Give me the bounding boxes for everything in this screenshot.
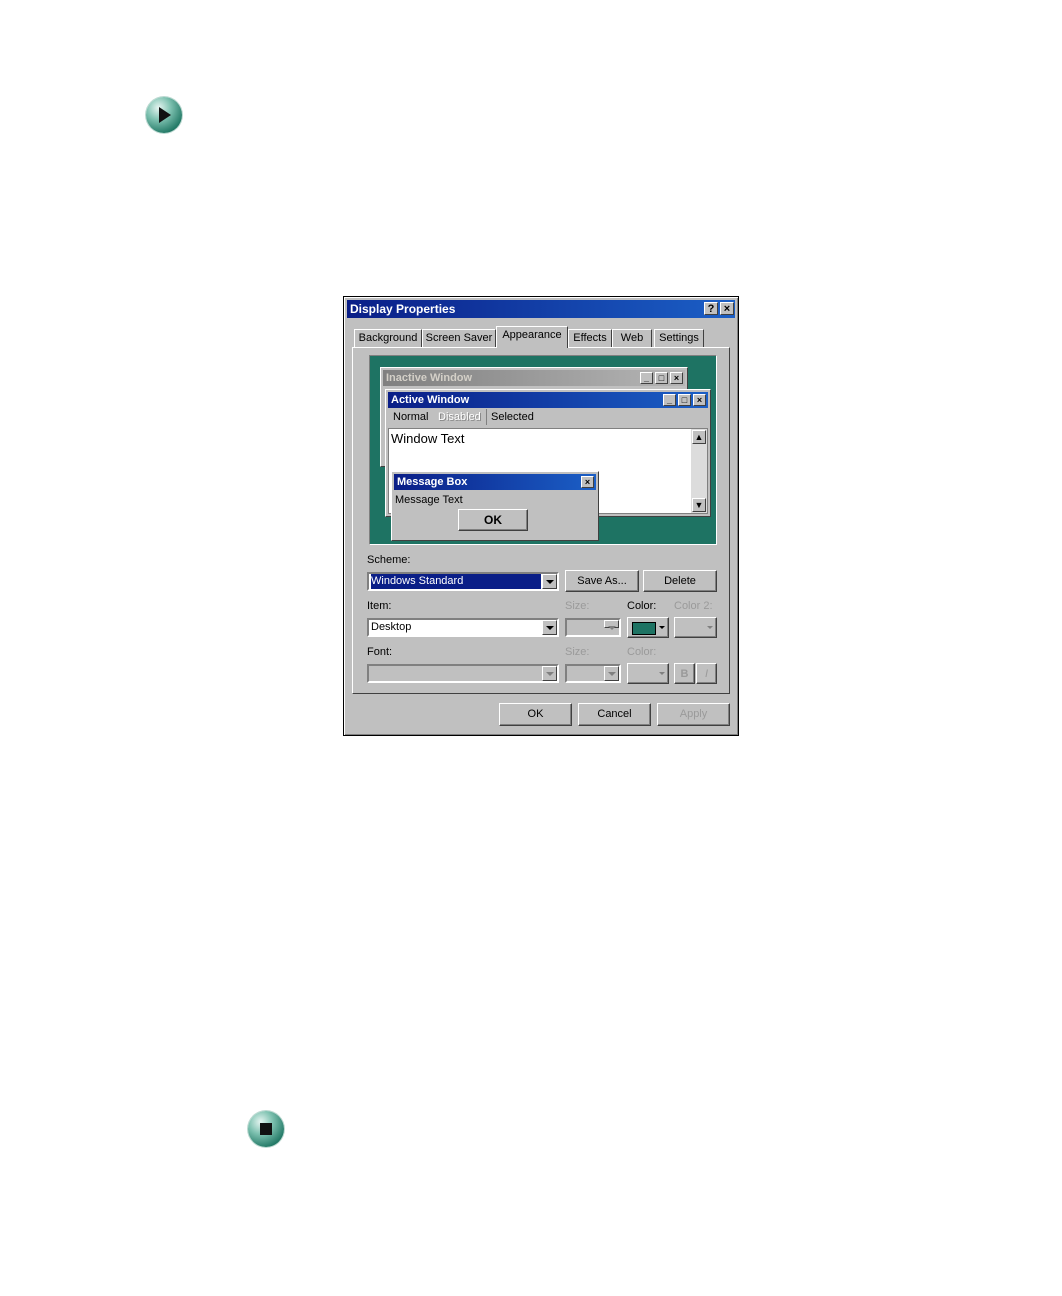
scheme-label: Scheme: (367, 554, 411, 566)
chevron-down-icon[interactable] (604, 666, 619, 681)
chevron-down-icon (659, 672, 665, 675)
font-size-label: Size: (565, 646, 590, 658)
item-dropdown[interactable]: Desktop (367, 618, 559, 637)
tab-appearance[interactable]: Appearance (496, 326, 568, 348)
dialog-title: Display Properties (350, 302, 456, 316)
italic-button[interactable]: I (696, 663, 717, 684)
scheme-value: Windows Standard (371, 574, 541, 589)
chevron-down-icon (707, 626, 713, 629)
tab-background[interactable]: Background (354, 329, 422, 347)
save-as-button[interactable]: Save As... (565, 570, 639, 592)
inactive-window-titlebar: Inactive Window _ □ × (383, 370, 685, 386)
ok-button[interactable]: OK (499, 703, 572, 726)
item-color-picker[interactable] (627, 617, 669, 638)
maximize-icon: □ (655, 372, 668, 384)
appearance-panel: Inactive Window _ □ × Active Window _ □ … (352, 347, 730, 694)
close-button[interactable]: × (720, 302, 734, 315)
cancel-button[interactable]: Cancel (578, 703, 651, 726)
message-box-preview: Message Box × Message Text OK (391, 471, 599, 541)
item-color2-picker[interactable] (674, 617, 717, 638)
active-window-titlebar: Active Window _ □ × (388, 392, 708, 408)
scroll-up-icon[interactable]: ▲ (692, 430, 706, 444)
delete-button[interactable]: Delete (643, 570, 717, 592)
close-icon: × (670, 372, 683, 384)
item-value: Desktop (371, 621, 412, 633)
stop-square-icon (248, 1111, 284, 1147)
chevron-down-icon[interactable] (542, 620, 557, 635)
scroll-down-icon[interactable]: ▼ (692, 498, 706, 512)
message-box-title: Message Box (397, 476, 468, 488)
message-ok-button: OK (458, 509, 528, 531)
item-color2-label: Color 2: (674, 600, 713, 612)
tab-settings[interactable]: Settings (654, 329, 704, 347)
display-properties-dialog: Display Properties ? × Background Screen… (343, 296, 739, 736)
bold-button[interactable]: B (674, 663, 695, 684)
menu-selected: Selected (486, 409, 538, 425)
font-label: Font: (367, 646, 393, 658)
scheme-dropdown[interactable]: Windows Standard (367, 572, 559, 591)
font-color-picker[interactable] (627, 663, 669, 684)
dialog-titlebar: Display Properties ? × (347, 300, 735, 318)
play-arrow-icon (146, 97, 182, 133)
chevron-down-icon[interactable] (542, 666, 557, 681)
close-icon: × (693, 394, 706, 406)
item-size-spinner[interactable] (565, 618, 621, 637)
help-button[interactable]: ? (704, 302, 718, 315)
window-text: Window Text (391, 431, 465, 446)
tab-effects[interactable]: Effects (568, 329, 612, 347)
font-dropdown[interactable] (367, 664, 559, 683)
font-size-dropdown[interactable] (565, 664, 621, 683)
message-box-titlebar: Message Box × (394, 474, 596, 490)
minimize-icon: _ (663, 394, 676, 406)
menu-normal: Normal (393, 411, 429, 423)
maximize-icon: □ (678, 394, 691, 406)
message-text: Message Text (395, 494, 463, 506)
chevron-down-icon (659, 626, 665, 629)
font-color-label: Color: (627, 646, 657, 658)
apply-button[interactable]: Apply (657, 703, 730, 726)
active-window-title: Active Window (391, 394, 470, 406)
item-label: Item: (367, 600, 392, 612)
color-swatch (632, 622, 656, 635)
inactive-window-title: Inactive Window (386, 372, 473, 384)
chevron-down-icon[interactable] (542, 574, 557, 589)
appearance-preview[interactable]: Inactive Window _ □ × Active Window _ □ … (369, 355, 717, 545)
minimize-icon: _ (640, 372, 653, 384)
close-icon: × (581, 476, 594, 488)
menu-disabled: Disabled (438, 411, 481, 423)
item-size-label: Size: (565, 600, 590, 612)
scrollbar[interactable]: ▲ ▼ (691, 429, 707, 513)
tab-web[interactable]: Web (612, 329, 652, 347)
item-color-label: Color: (627, 600, 657, 612)
tab-screen-saver[interactable]: Screen Saver (422, 329, 496, 347)
spin-up-icon[interactable] (604, 620, 619, 630)
